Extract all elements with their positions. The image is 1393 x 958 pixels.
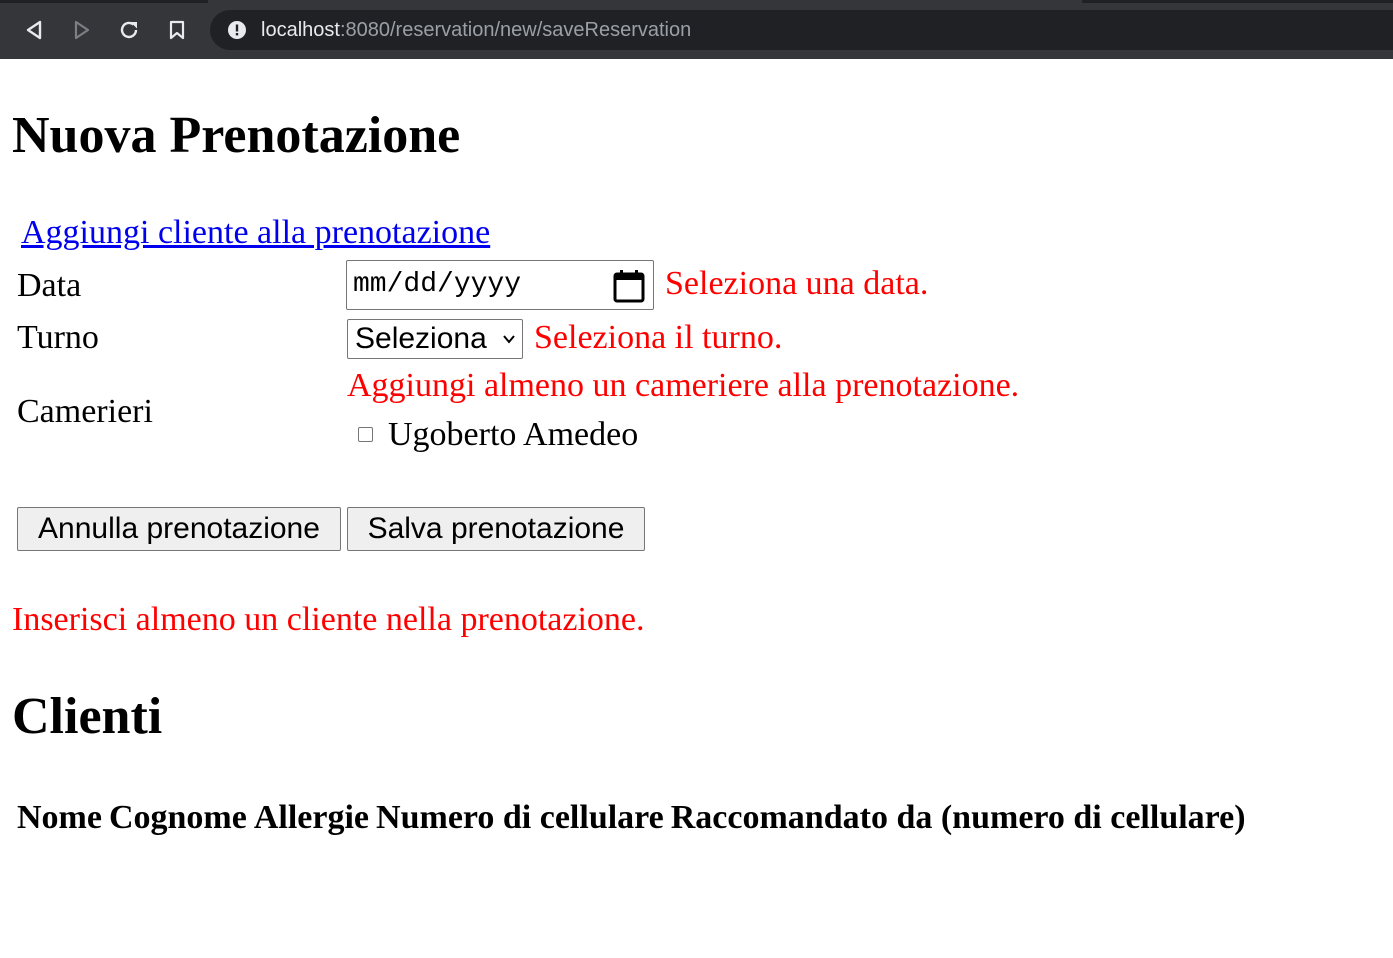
tab-strip-divider	[0, 0, 208, 3]
shift-label: Turno	[17, 319, 99, 356]
address-bar[interactable]: localhost:8080/reservation/new/saveReser…	[210, 10, 1393, 50]
bookmark-button[interactable]	[161, 14, 193, 46]
date-error: Seleziona una data.	[665, 265, 929, 302]
waiter-checkbox-label[interactable]: Ugoberto Amedeo	[388, 415, 638, 455]
back-icon	[26, 20, 42, 40]
calendar-icon[interactable]	[613, 269, 645, 303]
save-reservation-button[interactable]: Salva prenotazione	[347, 507, 645, 551]
tab-strip-divider	[1082, 0, 1393, 3]
reload-icon	[120, 21, 138, 39]
url-host: localhost	[261, 19, 340, 41]
client-error: Inserisci almeno un cliente nella prenot…	[12, 601, 645, 638]
chevron-down-icon	[503, 335, 515, 344]
reload-button[interactable]	[113, 14, 145, 46]
date-input[interactable]: mm/dd/yyyy	[346, 260, 654, 310]
page-content: Nuova Prenotazione Aggiungi cliente alla…	[0, 59, 1393, 958]
column-header-name: Nome	[17, 799, 102, 836]
waiters-label: Camerieri	[17, 393, 153, 430]
shift-select[interactable]: Seleziona	[347, 319, 523, 359]
date-placeholder: mm/dd/yyyy	[353, 269, 522, 300]
column-header-surname: Cognome	[108, 799, 247, 836]
clients-section-title: Clienti	[12, 688, 163, 745]
date-label: Data	[17, 267, 82, 304]
column-header-phone: Numero di cellulare	[376, 799, 664, 836]
waiter-checkbox[interactable]	[358, 427, 373, 442]
shift-error: Seleziona il turno.	[534, 319, 783, 356]
bookmark-icon	[169, 20, 185, 40]
browser-toolbar: localhost:8080/reservation/new/saveReser…	[0, 0, 1393, 59]
page-title: Nuova Prenotazione	[12, 107, 461, 164]
cancel-reservation-button[interactable]: Annulla prenotazione	[17, 507, 341, 551]
forward-icon	[74, 20, 90, 40]
shift-select-value: Seleziona	[355, 322, 487, 355]
url-path: :8080/reservation/new/saveReservation	[339, 19, 692, 41]
waiters-error: Aggiungi almeno un cameriere alla prenot…	[347, 367, 1020, 404]
info-icon[interactable]	[227, 20, 247, 40]
forward-button[interactable]	[66, 14, 98, 46]
url-text[interactable]: localhost:8080/reservation/new/saveReser…	[261, 18, 691, 42]
column-header-referred-by: Raccomandato da (numero di cellulare)	[670, 799, 1246, 836]
column-header-allergies: Allergie	[253, 799, 370, 836]
back-button[interactable]	[18, 14, 50, 46]
clients-table-header: Nome Cognome Allergie Numero di cellular…	[17, 798, 1253, 838]
add-client-link[interactable]: Aggiungi cliente alla prenotazione	[21, 213, 490, 253]
